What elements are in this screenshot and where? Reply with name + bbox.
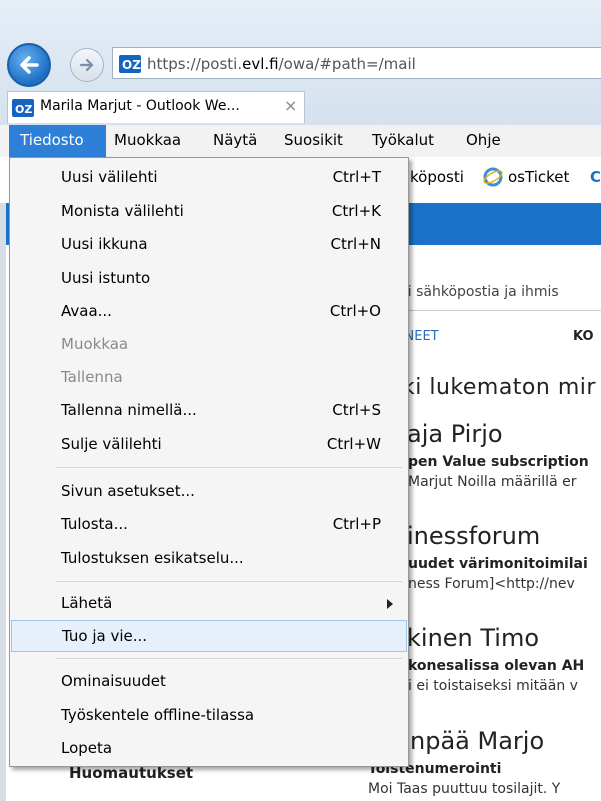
- menu-item-send[interactable]: Lähetä: [11, 587, 407, 619]
- message-subject: uudet värimonitoimilai: [408, 556, 588, 572]
- menu-item-page-setup[interactable]: Sivun asetukset...: [11, 475, 407, 507]
- menu-tiedosto[interactable]: Tiedosto: [9, 125, 106, 157]
- svg-text:OZ: OZ: [15, 103, 32, 116]
- menu-item-label: Monista välilehti: [61, 202, 184, 220]
- menu-item-save: Tallenna: [11, 361, 407, 393]
- menu-item-label: Uusi istunto: [61, 269, 151, 287]
- browser-tab[interactable]: OZ Marila Marjut - Outlook We... ×: [7, 91, 305, 123]
- menu-bar: Tiedosto Muokkaa Näytä Suosikit Työkalut…: [0, 125, 601, 158]
- back-button[interactable]: [7, 43, 51, 87]
- ie-icon: [483, 167, 503, 187]
- search-mail-field[interactable]: tsi sähköpostia ja ihmis: [395, 284, 559, 300]
- menu-item-label: Uusi ikkuna: [61, 235, 148, 253]
- menu-item-label: Uusi välilehti: [61, 168, 158, 186]
- menu-separator: [56, 658, 402, 659]
- menu-suosikit[interactable]: Suosikit: [284, 131, 343, 149]
- menu-item-label: Tuo ja vie...: [62, 627, 148, 645]
- browser-chrome: OZ https://posti.evl.fi/owa/#path=/mail …: [0, 0, 601, 125]
- menu-item-label: Sivun asetukset...: [61, 482, 195, 500]
- back-arrow-icon: [20, 56, 39, 74]
- favorite-partial[interactable]: C: [590, 168, 601, 186]
- message-subject: konesalissa olevan AH: [408, 658, 585, 674]
- menu-item-shortcut: Ctrl+S: [332, 401, 381, 419]
- menu-item-new-session[interactable]: Uusi istunto: [11, 262, 407, 294]
- menu-item-label: Tallenna nimellä...: [61, 401, 197, 419]
- menu-item-shortcut: Ctrl+O: [329, 302, 381, 320]
- menu-nayta[interactable]: Näytä: [213, 131, 257, 149]
- menu-item-label: Lähetä: [61, 594, 113, 612]
- menu-item-import-export[interactable]: Tuo ja vie...: [11, 620, 407, 652]
- svg-text:OZ: OZ: [122, 58, 141, 72]
- menu-item-label: Tulosta...: [61, 515, 128, 533]
- message-preview: ness Forum]<http://nev: [408, 576, 575, 592]
- left-nav-strip: [0, 203, 6, 801]
- file-menu-dropdown: Uusi välilehti Ctrl+T Monista välilehti …: [9, 157, 409, 767]
- menu-item-print[interactable]: Tulosta... Ctrl+P: [11, 508, 407, 540]
- menu-item-shortcut: Ctrl+W: [326, 435, 381, 453]
- address-bar[interactable]: OZ https://posti.evl.fi/owa/#path=/mail: [112, 47, 601, 79]
- outlook-icon: OZ: [119, 55, 141, 73]
- outlook-tab-icon: OZ: [12, 99, 34, 117]
- menu-item-exit[interactable]: Lopeta: [11, 732, 407, 764]
- menu-item-new-window[interactable]: Uusi ikkuna Ctrl+N: [11, 228, 407, 260]
- menu-item-label: Ominaisuudet: [61, 672, 166, 690]
- favorite-osticket[interactable]: osTicket: [508, 168, 569, 186]
- message-subject: pen Value subscription: [408, 454, 589, 470]
- menu-separator: [56, 581, 402, 582]
- menu-item-label: Tulostuksen esikatselu...: [61, 549, 244, 567]
- menu-item-label: Muokkaa: [61, 335, 129, 353]
- message-sender[interactable]: kinen Timo: [407, 624, 539, 652]
- menu-item-shortcut: Ctrl+N: [330, 235, 381, 253]
- forward-button[interactable]: [70, 48, 104, 82]
- menu-tyokalut[interactable]: Työkalut: [372, 131, 434, 149]
- menu-item-save-as[interactable]: Tallenna nimellä... Ctrl+S: [11, 394, 407, 426]
- menu-item-properties[interactable]: Ominaisuudet: [11, 665, 407, 697]
- menu-muokkaa[interactable]: Muokkaa: [114, 131, 181, 149]
- message-sender[interactable]: inessforum: [407, 522, 540, 550]
- tab-title: Marila Marjut - Outlook We...: [40, 98, 240, 114]
- menu-item-open[interactable]: Avaa... Ctrl+O: [11, 295, 407, 327]
- menu-item-print-preview[interactable]: Tulostuksen esikatselu...: [11, 542, 407, 574]
- tab-close-icon[interactable]: ×: [284, 96, 297, 115]
- menu-item-duplicate-tab[interactable]: Monista välilehti Ctrl+K: [11, 195, 407, 227]
- message-preview: i ei toistaiseksi mitään v: [408, 678, 578, 694]
- forward-arrow-icon: [79, 58, 94, 72]
- menu-item-close-tab[interactable]: Sulje välilehti Ctrl+W: [11, 428, 407, 460]
- message-preview: Marjut Noilla määrillä er: [408, 474, 577, 490]
- menu-item-label: Avaa...: [61, 302, 112, 320]
- menu-separator: [56, 467, 402, 468]
- filter-tab-b[interactable]: KO: [573, 329, 594, 344]
- menu-item-work-offline[interactable]: Työskentele offline-tilassa: [11, 699, 407, 731]
- message-sender[interactable]: npää Marjo: [410, 727, 544, 755]
- submenu-arrow-icon: [387, 599, 393, 609]
- menu-item-label: Tallenna: [61, 368, 123, 386]
- menu-item-edit: Muokkaa: [11, 328, 407, 360]
- menu-item-label: Lopeta: [61, 739, 113, 757]
- menu-item-new-tab[interactable]: Uusi välilehti Ctrl+T: [11, 161, 407, 193]
- menu-item-shortcut: Ctrl+T: [332, 168, 381, 186]
- menu-item-shortcut: Ctrl+P: [332, 515, 381, 533]
- menu-item-label: Sulje välilehti: [61, 435, 162, 453]
- menu-ohje[interactable]: Ohje: [466, 131, 501, 149]
- menu-item-shortcut: Ctrl+K: [331, 202, 381, 220]
- unread-filter[interactable]: ki lukematon mir: [402, 375, 596, 400]
- message-preview: Moi Taas puuttuu tosilajit. Y: [368, 781, 561, 797]
- address-url: https://posti.evl.fi/owa/#path=/mail: [147, 55, 416, 73]
- favorite-posti[interactable]: köposti: [410, 168, 464, 186]
- menu-item-label: Työskentele offline-tilassa: [61, 706, 255, 724]
- message-sender[interactable]: aja Pirjo: [407, 420, 503, 448]
